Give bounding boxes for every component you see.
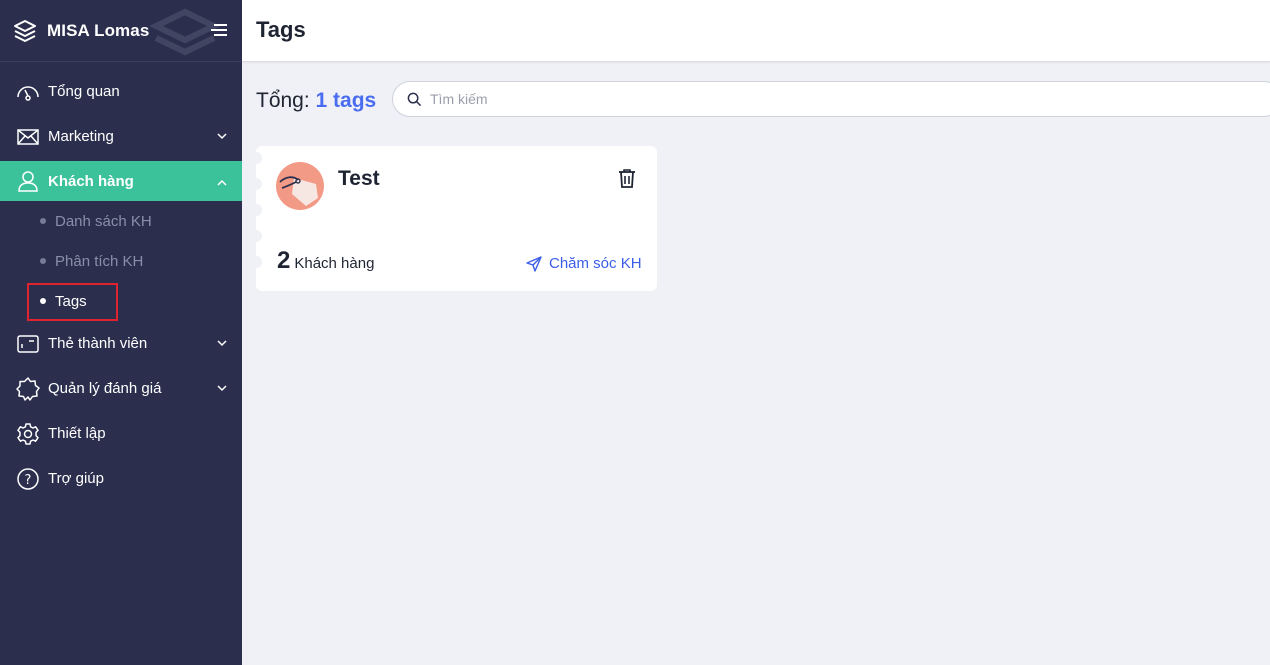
watermark-logo-icon [150,8,220,56]
hamburger-menu-icon[interactable] [211,23,227,37]
mail-icon [16,125,40,149]
badge-icon [16,376,40,401]
trash-icon[interactable] [617,168,637,188]
sidebar-item-marketing[interactable]: Marketing [0,114,242,159]
sidebar-subitem-label: Danh sách KH [55,212,152,230]
sidebar-subitem-label: Phân tích KH [55,252,144,270]
misa-logo-icon[interactable] [13,19,37,43]
brand-name: MISA Lomas [47,20,150,40]
top-bar: Tags [242,0,1270,62]
total-count: 1 tags [315,89,377,112]
send-icon [526,255,542,272]
care-customers-link[interactable]: Chăm sóc KH [526,255,642,272]
user-icon [16,169,40,193]
dashboard-gauge-icon [16,80,40,104]
sidebar-item-tro-giup[interactable]: ? Trợ giúp [0,456,242,501]
sidebar-menu: Tổng quan Marketing Khách hàng Danh sách… [0,62,242,501]
tag-card[interactable]: Test 2 Khách hàng Chăm sóc KH [250,146,657,291]
sidebar-subitem-danh-sach-kh[interactable]: Danh sách KH [0,201,242,241]
sidebar-item-thiet-lap[interactable]: Thiết lập [0,411,242,456]
chevron-down-icon [217,385,227,392]
care-customers-label: Chăm sóc KH [549,255,642,272]
card-icon [16,332,40,356]
search-input[interactable] [430,91,1230,107]
sidebar-subitem-phan-tich-kh[interactable]: Phân tích KH [0,241,242,281]
sidebar-item-label: Thẻ thành viên [48,335,148,352]
bullet-icon [40,258,46,264]
annotation-highlight-box [27,283,118,321]
card-notches [250,152,262,282]
bullet-icon [40,218,46,224]
sidebar-item-quan-ly-danh-gia[interactable]: Quản lý đánh giá [0,366,242,411]
customer-count: 2 Khách hàng [277,247,374,275]
sidebar-item-khach-hang[interactable]: Khách hàng [0,161,242,201]
tag-label-icon [279,176,318,206]
sidebar: MISA Lomas Tổng quan Marketing Khách hàn… [0,0,242,665]
khach-hang-submenu: Danh sách KH Phân tích KH Tags [0,201,242,321]
sidebar-item-label: Marketing [48,128,114,145]
page-title: Tags [256,17,306,42]
search-icon [407,92,422,106]
sidebar-item-label: Quản lý đánh giá [48,380,162,397]
tags-total: Tổng: 1 tags [256,89,376,113]
brand-header: MISA Lomas [0,0,242,62]
help-icon: ? [16,467,40,491]
search-box[interactable] [392,81,1270,117]
sidebar-subitem-tags[interactable]: Tags [0,281,242,321]
sidebar-item-label: Thiết lập [48,425,106,442]
sidebar-item-label: Trợ giúp [48,470,104,487]
tag-avatar [276,162,324,210]
customer-count-label: Khách hàng [294,255,375,272]
customer-count-number: 2 [277,247,291,274]
chevron-down-icon [217,133,227,140]
sidebar-item-the-thanh-vien[interactable]: Thẻ thành viên [0,321,242,366]
sidebar-item-tong-quan[interactable]: Tổng quan [0,69,242,114]
gear-icon [16,422,40,446]
tag-name: Test [338,167,380,190]
total-prefix: Tổng: [256,89,310,112]
chevron-down-icon [217,340,227,347]
sidebar-item-label: Tổng quan [48,83,120,100]
svg-text:?: ? [25,473,32,488]
chevron-up-icon [217,179,227,186]
sidebar-item-label: Khách hàng [48,172,134,190]
